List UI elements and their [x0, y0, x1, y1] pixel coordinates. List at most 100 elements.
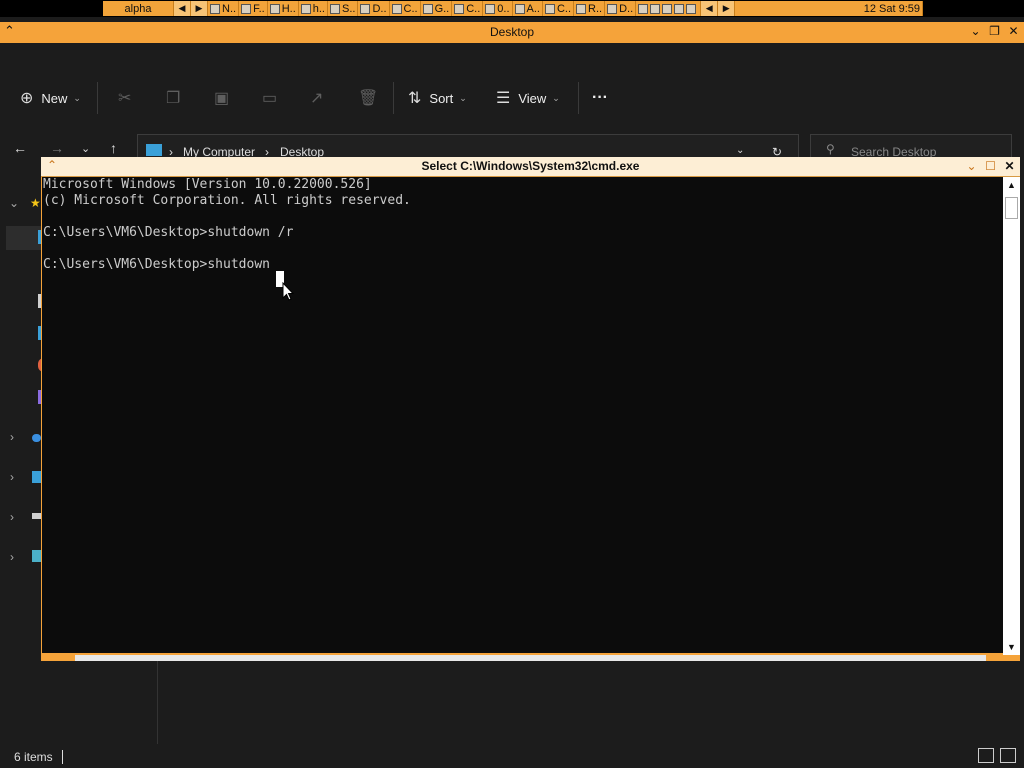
- details-view-icon[interactable]: [978, 748, 994, 763]
- maximize-icon[interactable]: ☐: [984, 158, 997, 174]
- paste-button[interactable]: ▣: [214, 88, 229, 108]
- share-icon: ↗: [310, 90, 324, 107]
- share-button[interactable]: ↗: [310, 88, 323, 108]
- top-taskbar: alpha ◀ ▶ N.. F.. H.. h.. S.. D.. C.. G.…: [0, 0, 1024, 17]
- message-icon[interactable]: [686, 3, 697, 14]
- task-button[interactable]: N..: [208, 1, 240, 16]
- back-icon[interactable]: ←: [13, 140, 27, 156]
- vertical-scrollbar[interactable]: ▲ ▼: [1003, 177, 1020, 655]
- console-output[interactable]: Microsoft Windows [Version 10.0.22000.52…: [42, 177, 1003, 653]
- large-icons-view-icon[interactable]: [1000, 748, 1016, 763]
- scroll-down-icon[interactable]: ▼: [1003, 639, 1020, 655]
- selected-nav-item[interactable]: [6, 226, 41, 250]
- next-icon[interactable]: ▶: [718, 1, 736, 16]
- close-icon[interactable]: ✕: [1007, 24, 1020, 38]
- address-dropdown-icon[interactable]: ⌄: [736, 145, 744, 156]
- app-icon: [241, 3, 252, 14]
- star-icon[interactable]: ★: [30, 196, 41, 210]
- chevron-down-icon: ⌄: [73, 92, 81, 103]
- navigation-bar: ← → ⌄ ↑ › My Computer › Desktop ⌄ ↻ ⚲ Se…: [0, 132, 1024, 160]
- clock[interactable]: 12 Sat 9:59: [862, 1, 923, 16]
- app-icon: [329, 3, 340, 14]
- task-button[interactable]: F..: [239, 1, 268, 16]
- chevron-down-icon: ⌄: [459, 92, 467, 103]
- navigation-pane: ⌄ ★ › › › ›: [0, 158, 44, 744]
- window-title: Desktop: [489, 25, 535, 39]
- task-button[interactable]: S..: [328, 1, 359, 16]
- app-icon: [422, 3, 433, 14]
- task-button[interactable]: G..: [421, 1, 453, 16]
- scroll-thumb[interactable]: [1005, 197, 1018, 219]
- resize-handle-right[interactable]: [986, 655, 1020, 661]
- terminal-tray-icon[interactable]: [638, 3, 649, 14]
- expand-chevron-icon[interactable]: ⌄: [9, 196, 19, 210]
- copy-icon: ❐: [166, 90, 181, 107]
- cmd-titlebar[interactable]: ⌃ Select C:\Windows\System32\cmd.exe ⌄ ☐…: [41, 157, 1020, 177]
- onedrive-icon[interactable]: [32, 434, 41, 442]
- scroll-up-icon[interactable]: ▲: [1003, 177, 1020, 193]
- task-button[interactable]: D..: [605, 1, 637, 16]
- expand-chevron-icon[interactable]: ›: [10, 430, 14, 444]
- task-button[interactable]: C..: [390, 1, 421, 16]
- this-pc-icon[interactable]: [32, 471, 41, 483]
- task-button[interactable]: h..: [299, 1, 328, 16]
- app-icon: [269, 3, 280, 14]
- app-icon: [576, 3, 587, 14]
- close-icon[interactable]: ✕: [1003, 158, 1016, 174]
- restore-icon[interactable]: ❐: [988, 24, 1001, 38]
- workspace-label[interactable]: alpha: [103, 1, 174, 16]
- app-icon: [544, 3, 555, 14]
- network-tray-icon[interactable]: [662, 3, 673, 14]
- recent-locations-icon[interactable]: ⌄: [81, 142, 90, 155]
- resize-handle-left[interactable]: [41, 655, 75, 661]
- console-line: Microsoft Windows [Version 10.0.22000.52…: [43, 177, 372, 192]
- prev-icon[interactable]: ◀: [701, 1, 719, 16]
- next-workspace-icon[interactable]: ▶: [191, 1, 208, 16]
- app-icon: [607, 3, 618, 14]
- up-icon[interactable]: ↑: [110, 140, 117, 156]
- prev-workspace-icon[interactable]: ◀: [174, 1, 191, 16]
- item-count: 6 items: [14, 750, 53, 764]
- chevron-down-icon: ⌄: [552, 92, 560, 103]
- task-button[interactable]: C..: [543, 1, 575, 16]
- volume-icon[interactable]: [674, 3, 685, 14]
- app-icon: [360, 3, 371, 14]
- task-button[interactable]: H..: [268, 1, 299, 16]
- network-icon[interactable]: [32, 550, 41, 562]
- app-icon: [210, 3, 220, 14]
- task-button[interactable]: R..: [574, 1, 606, 16]
- minimize-icon[interactable]: ⌄: [969, 24, 982, 38]
- delete-button[interactable]: 🗑: [358, 88, 378, 108]
- drive-icon[interactable]: [32, 513, 41, 519]
- task-button[interactable]: D..: [358, 1, 390, 16]
- minimize-icon[interactable]: ⌄: [965, 158, 978, 174]
- plus-circle-icon: ⊕: [20, 90, 34, 107]
- window-bottom-border[interactable]: [41, 655, 1020, 661]
- settings-tray-icon[interactable]: [650, 3, 661, 14]
- expand-chevron-icon[interactable]: ›: [10, 510, 14, 524]
- taskbar-strip: alpha ◀ ▶ N.. F.. H.. h.. S.. D.. C.. G.…: [103, 1, 923, 16]
- expand-chevron-icon[interactable]: ›: [10, 470, 14, 484]
- sort-button[interactable]: ⇅ Sort ⌄: [408, 88, 467, 108]
- pane-divider: [157, 661, 158, 744]
- cut-button[interactable]: ✂: [118, 88, 131, 108]
- console-line: (c) Microsoft Corporation. All rights re…: [43, 193, 411, 208]
- cut-icon: ✂: [118, 90, 132, 107]
- app-icon: [391, 3, 402, 14]
- copy-button[interactable]: ❐: [166, 88, 180, 108]
- view-button[interactable]: ☰ View ⌄: [496, 88, 560, 108]
- forward-icon[interactable]: →: [50, 140, 64, 156]
- new-button[interactable]: ⊕ New ⌄: [20, 88, 81, 108]
- task-button[interactable]: A..: [513, 1, 543, 16]
- cmd-window[interactable]: ⌃ Select C:\Windows\System32\cmd.exe ⌄ ☐…: [41, 157, 1020, 661]
- task-button[interactable]: 0..: [483, 1, 513, 16]
- task-button[interactable]: C..: [452, 1, 484, 16]
- console-line: C:\Users\VM6\Desktop>shutdown /r: [43, 225, 294, 240]
- sort-icon: ⇅: [408, 90, 422, 107]
- computer-icon: [146, 144, 162, 156]
- explorer-titlebar[interactable]: ⌃ Desktop ⌄ ❐ ✕: [0, 22, 1024, 43]
- more-options-button[interactable]: ···: [592, 88, 608, 108]
- expand-chevron-icon[interactable]: ›: [10, 550, 14, 564]
- rename-button[interactable]: ▭: [262, 88, 277, 108]
- tray-icons[interactable]: [636, 1, 702, 16]
